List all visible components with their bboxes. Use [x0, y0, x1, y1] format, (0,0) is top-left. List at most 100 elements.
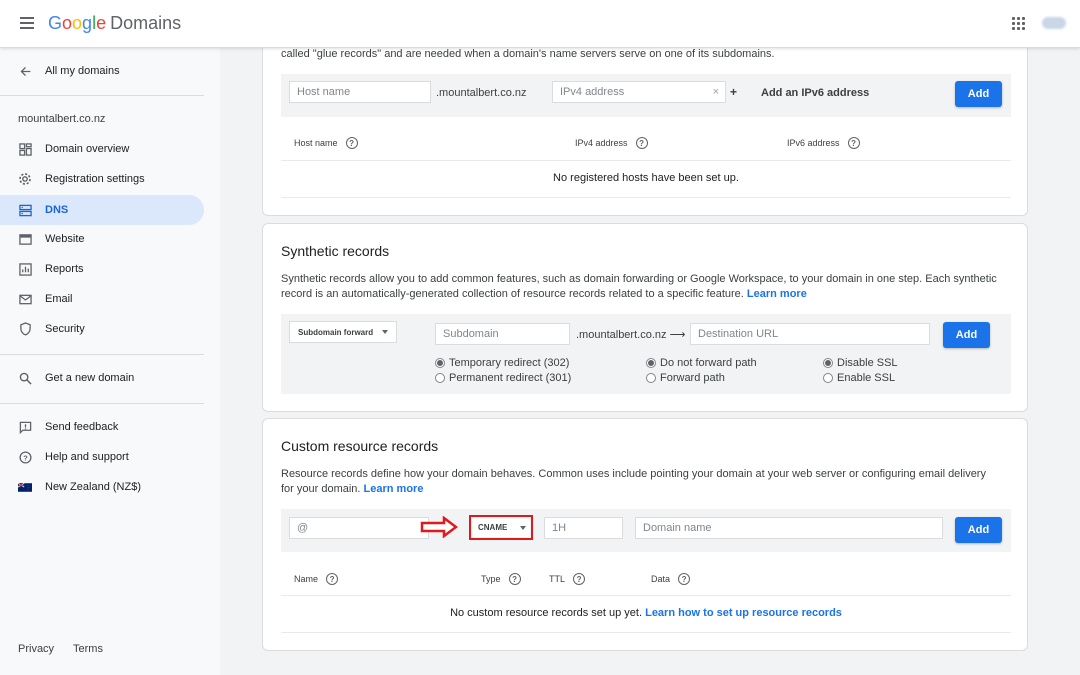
- help-icon[interactable]: ?: [508, 573, 521, 585]
- region-label: New Zealand (NZ$): [45, 481, 141, 493]
- sidebar-item-domain-overview[interactable]: Domain overview: [0, 134, 204, 164]
- forward-path-radio[interactable]: Forward path: [646, 372, 725, 384]
- add-synthetic-record-button[interactable]: Add: [943, 322, 990, 348]
- account-avatar[interactable]: [1042, 17, 1066, 29]
- ipv4-placeholder: IPv4 address: [560, 86, 625, 98]
- sidebar-item-registration-settings[interactable]: Registration settings: [0, 164, 204, 194]
- custom-resource-records-card: Custom resource records Resource records…: [262, 418, 1028, 651]
- record-name-input[interactable]: @: [289, 517, 429, 539]
- website-icon: [18, 232, 32, 246]
- region-selector[interactable]: New Zealand (NZ$): [0, 472, 204, 502]
- current-domain-label: mountalbert.co.nz: [18, 113, 106, 125]
- add-glue-record-button[interactable]: Add: [955, 81, 1002, 107]
- shield-icon: [18, 322, 32, 336]
- help-icon[interactable]: ?: [573, 573, 586, 585]
- sidebar-item-security[interactable]: Security: [0, 314, 204, 344]
- no-forward-path-radio[interactable]: Do not forward path: [646, 357, 757, 369]
- record-type-select[interactable]: CNAME: [472, 518, 530, 537]
- sidebar-item-reports[interactable]: Reports: [0, 254, 204, 284]
- synthetic-type-select[interactable]: Subdomain forward: [289, 321, 397, 343]
- get-new-domain-link[interactable]: Get a new domain: [0, 363, 204, 393]
- column-data: Data?: [651, 573, 691, 585]
- apps-grid-icon[interactable]: [1012, 17, 1026, 31]
- column-type: Type?: [481, 573, 521, 585]
- radio-label: Forward path: [660, 372, 725, 384]
- send-feedback-link[interactable]: Send feedback: [0, 412, 204, 442]
- temporary-redirect-radio[interactable]: Temporary redirect (302): [435, 357, 569, 369]
- sidebar: All my domains mountalbert.co.nz Domain …: [0, 48, 220, 675]
- learn-more-link[interactable]: Learn more: [747, 288, 807, 300]
- column-label: IPv6 address: [787, 138, 840, 148]
- learn-more-link[interactable]: Learn more: [364, 483, 424, 495]
- glue-records-card: called "glue records" and are needed whe…: [262, 30, 1028, 216]
- help-support-link[interactable]: ? Help and support: [0, 442, 204, 472]
- clear-icon[interactable]: ×: [713, 82, 719, 102]
- logo-letter: g: [82, 13, 93, 33]
- chevron-down-icon: [520, 525, 526, 530]
- subdomain-input[interactable]: Subdomain: [435, 323, 570, 345]
- glue-records-description: called "glue records" and are needed whe…: [281, 48, 775, 60]
- radio-unchecked-icon: [435, 373, 445, 383]
- menu-icon[interactable]: [20, 17, 34, 29]
- radio-label: Enable SSL: [837, 372, 896, 384]
- column-label: Host name: [294, 138, 338, 148]
- search-icon: [18, 371, 32, 385]
- help-icon[interactable]: ?: [847, 137, 860, 149]
- nz-flag-icon: [18, 480, 32, 494]
- add-ipv6-link[interactable]: Add an IPv6 address: [761, 87, 869, 99]
- disable-ssl-radio[interactable]: Disable SSL: [823, 357, 898, 369]
- top-app-bar: Google Domains: [0, 0, 1080, 48]
- sidebar-item-label: Email: [45, 293, 73, 305]
- setup-records-link[interactable]: Learn how to set up resource records: [645, 607, 842, 619]
- synthetic-domain-suffix: .mountalbert.co.nz ⟶: [576, 328, 685, 341]
- sidebar-item-email[interactable]: Email: [0, 284, 204, 314]
- google-domains-logo[interactable]: Google Domains: [48, 13, 181, 34]
- table-divider: [281, 160, 1011, 161]
- synthetic-records-description: Synthetic records allow you to add commo…: [281, 272, 1001, 302]
- enable-ssl-radio[interactable]: Enable SSL: [823, 372, 895, 384]
- record-data-input[interactable]: Domain name: [635, 517, 943, 539]
- ipv4-address-input[interactable]: IPv4 address ×: [552, 81, 726, 103]
- select-value: Subdomain forward: [298, 327, 374, 337]
- back-to-domains-link[interactable]: All my domains: [0, 56, 204, 86]
- destination-url-input[interactable]: Destination URL: [690, 323, 930, 345]
- email-icon: [18, 292, 32, 306]
- empty-records-message: No custom resource records set up yet. L…: [281, 607, 1011, 619]
- synthetic-records-card: Synthetic records Synthetic records allo…: [262, 223, 1028, 412]
- column-label: TTL: [549, 574, 566, 584]
- help-icon[interactable]: ?: [345, 137, 358, 149]
- help-icon[interactable]: ?: [635, 137, 648, 149]
- sidebar-item-label: Reports: [45, 263, 84, 275]
- ttl-input[interactable]: 1H: [544, 517, 623, 539]
- help-icon[interactable]: ?: [326, 573, 339, 585]
- privacy-link[interactable]: Privacy: [18, 643, 54, 655]
- column-label: Name: [294, 574, 319, 584]
- add-resource-record-button[interactable]: Add: [955, 517, 1002, 543]
- domain-suffix: .mountalbert.co.nz: [436, 87, 527, 99]
- plus-icon: +: [730, 85, 738, 99]
- get-domain-label: Get a new domain: [45, 372, 135, 384]
- help-icon[interactable]: ?: [678, 573, 691, 585]
- host-name-input[interactable]: Host name: [289, 81, 431, 103]
- column-ipv6: IPv6 address?: [787, 137, 860, 149]
- sidebar-item-website[interactable]: Website: [0, 224, 204, 254]
- column-label: Data: [651, 574, 671, 584]
- sidebar-item-label: Registration settings: [45, 173, 145, 185]
- feedback-icon: [18, 420, 32, 434]
- arrow-back-icon: [18, 64, 32, 78]
- annotation-arrow-icon: [420, 516, 458, 538]
- logo-letter: o: [62, 13, 73, 33]
- table-divider: [281, 632, 1011, 633]
- terms-link[interactable]: Terms: [73, 643, 103, 655]
- sidebar-item-dns[interactable]: DNS: [0, 195, 204, 225]
- grid-icon: [18, 142, 32, 156]
- permanent-redirect-radio[interactable]: Permanent redirect (301): [435, 372, 571, 384]
- empty-text: No custom resource records set up yet.: [450, 607, 643, 619]
- sidebar-item-label: Security: [45, 323, 85, 335]
- radio-label: Do not forward path: [660, 357, 757, 369]
- dns-icon: [18, 203, 32, 217]
- radio-checked-icon: [646, 358, 656, 368]
- radio-unchecked-icon: [823, 373, 833, 383]
- radio-label: Temporary redirect (302): [449, 357, 570, 369]
- column-host-name: Host name?: [294, 137, 358, 149]
